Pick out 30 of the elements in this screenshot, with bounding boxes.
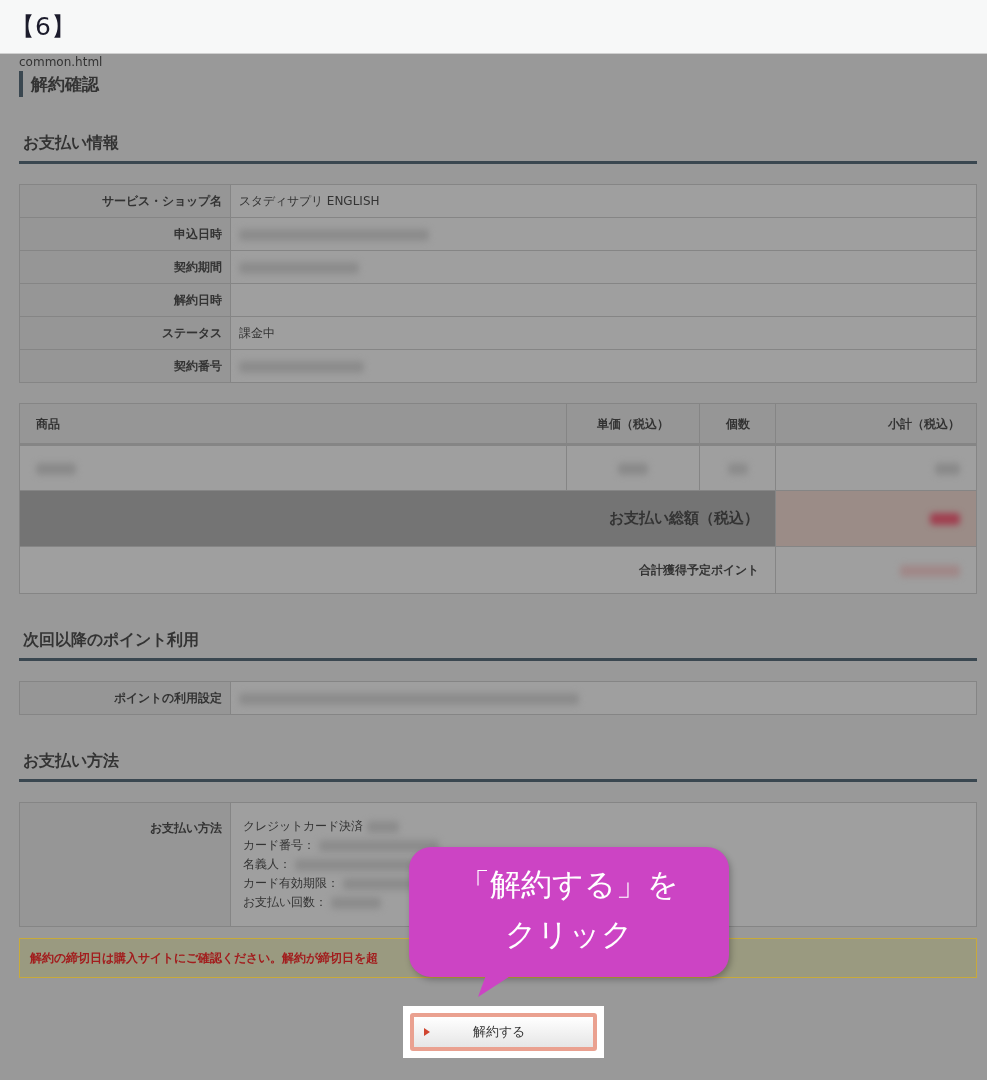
payment-detail: カード番号： xyxy=(243,837,315,854)
column-header: 商品 xyxy=(19,403,567,445)
row-label: 申込日時 xyxy=(19,217,231,251)
payment-detail: お支払い回数： xyxy=(243,894,327,911)
section-heading: 次回以降のポイント利用 xyxy=(19,628,977,661)
callout-text: 「解約する」を xyxy=(458,865,680,904)
total-label: お支払い総額（税込） xyxy=(609,509,760,528)
row-label: ステータス xyxy=(19,316,231,350)
column-header: 小計（税込） xyxy=(775,403,977,445)
page-title: 解約確認 xyxy=(19,71,99,97)
triangle-icon xyxy=(424,1028,430,1036)
row-label: 解約日時 xyxy=(19,283,231,317)
payment-detail: カード有効期限： xyxy=(243,875,339,892)
row-label: 契約期間 xyxy=(19,250,231,284)
row-label: お支払い方法 xyxy=(150,821,222,835)
row-label: 契約番号 xyxy=(19,349,231,383)
column-header: 個数 xyxy=(699,403,776,445)
cancel-button[interactable]: 解約する xyxy=(410,1013,597,1051)
table-cell: 課金中 xyxy=(230,316,977,350)
payment-detail: 名義人： xyxy=(243,856,291,873)
table-cell: スタディサプリ ENGLISH xyxy=(230,184,977,218)
step-label: 【6】 xyxy=(10,12,76,41)
row-label: ポイントの利用設定 xyxy=(19,681,231,715)
section-heading: お支払い情報 xyxy=(19,131,977,164)
column-header: 単価（税込） xyxy=(566,403,700,445)
section-heading: お支払い方法 xyxy=(19,749,977,782)
points-label: 合計獲得予定ポイント xyxy=(639,563,760,577)
row-label: サービス・ショップ名 xyxy=(19,184,231,218)
file-name: common.html xyxy=(19,54,104,69)
payment-detail: クレジットカード決済 xyxy=(243,818,363,835)
